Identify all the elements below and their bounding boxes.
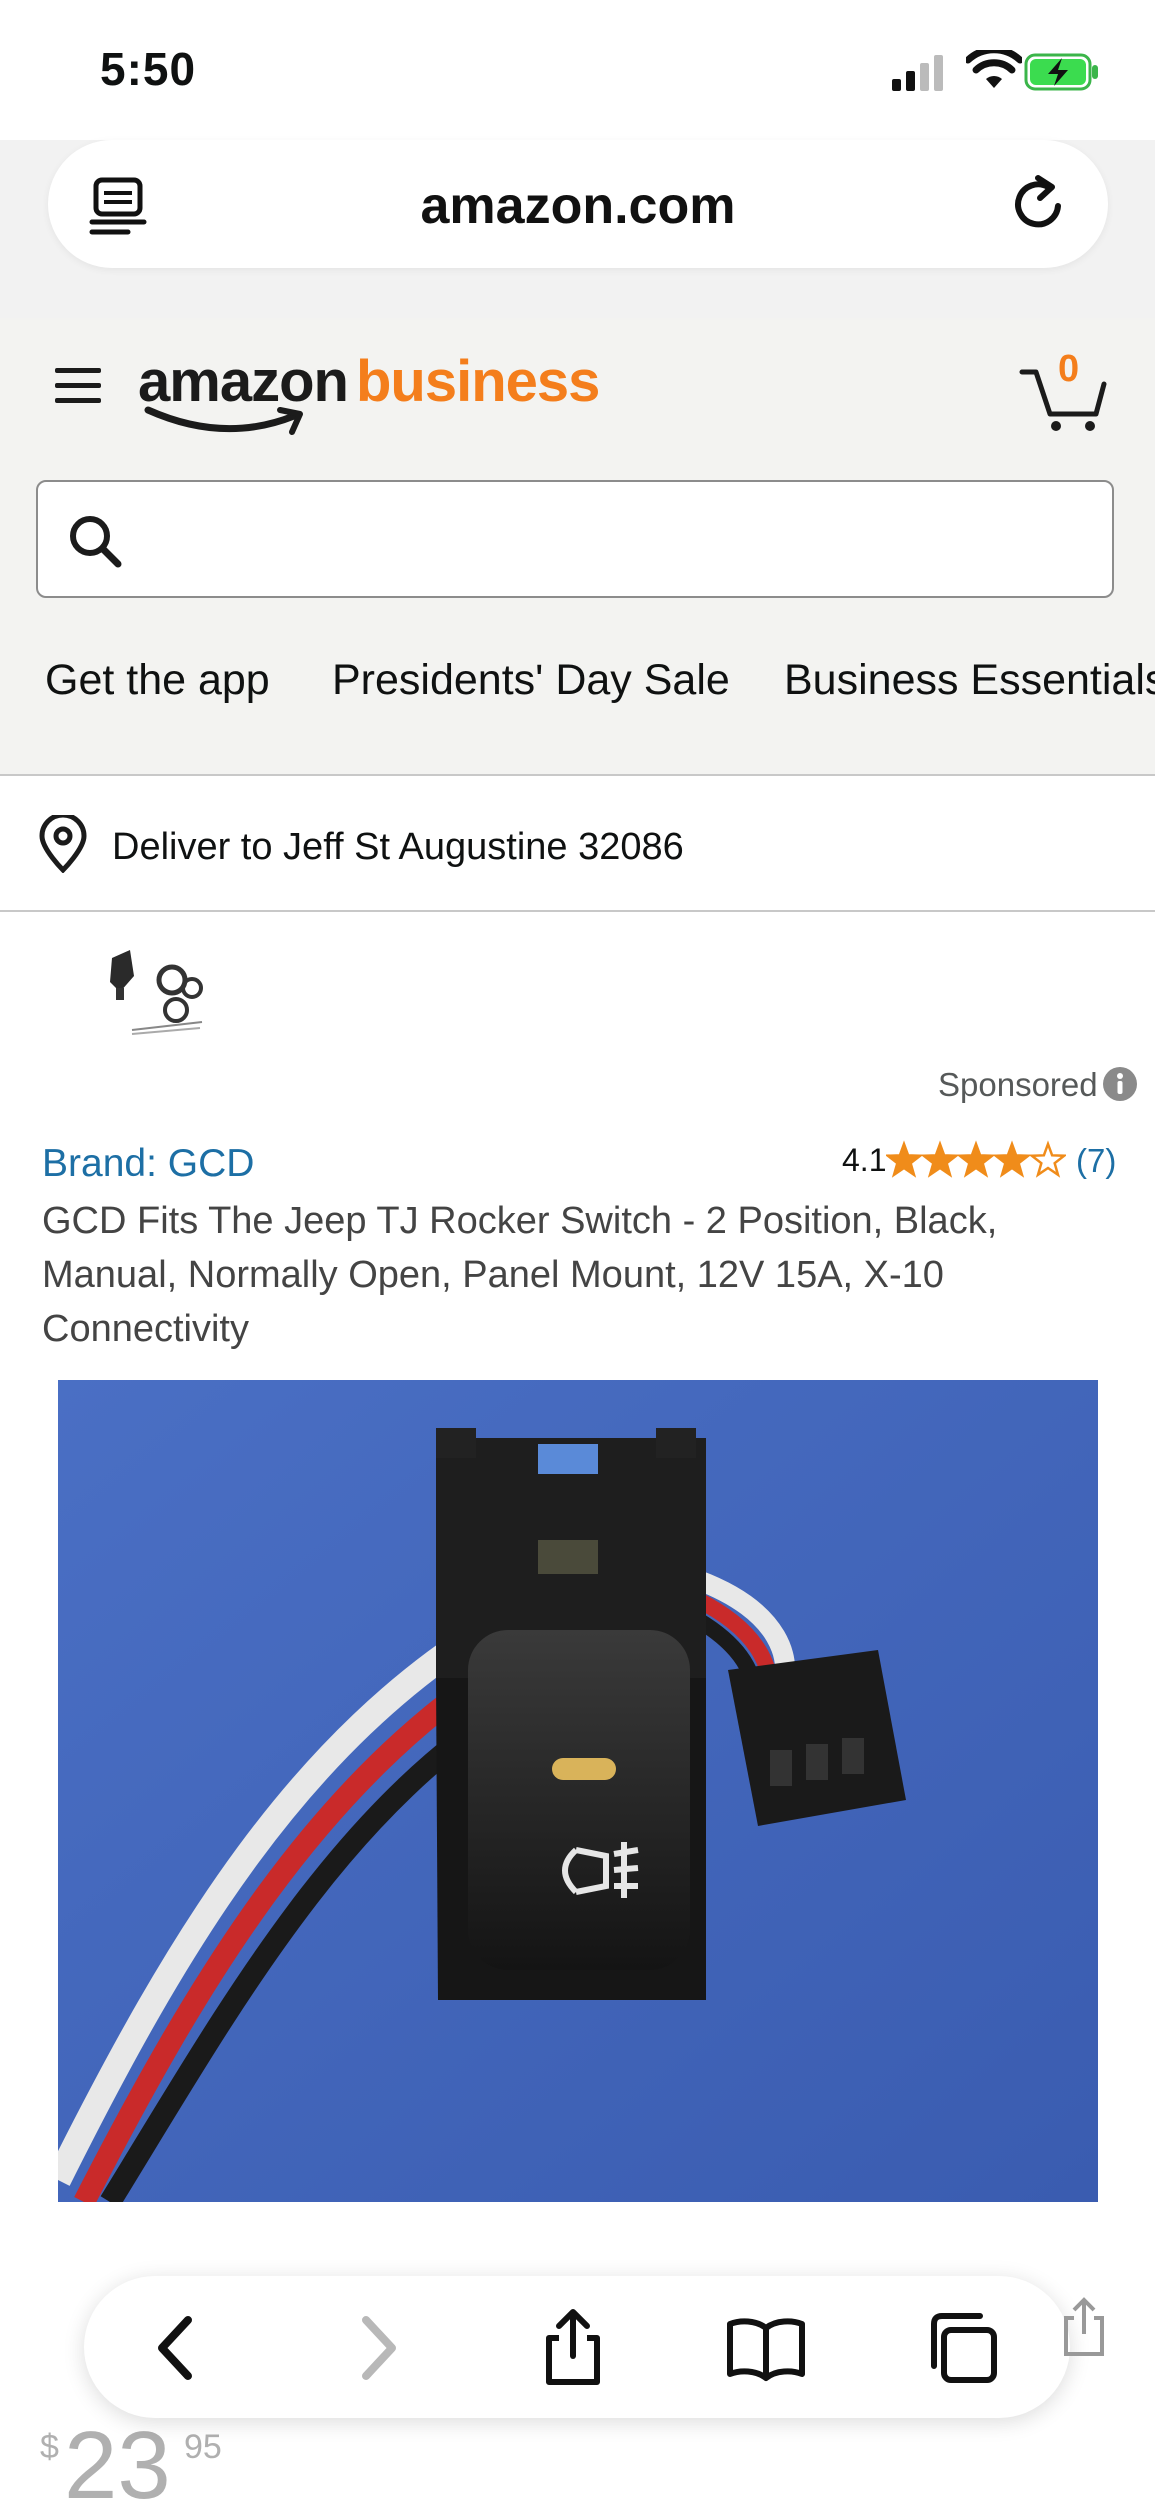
forward-icon[interactable]	[336, 2308, 416, 2388]
location-pin-icon	[39, 815, 87, 873]
deliver-to-text[interactable]: Deliver to Jeff St Augustine 32086	[112, 826, 684, 869]
bookmarks-icon[interactable]	[726, 2308, 806, 2388]
search-input[interactable]	[148, 482, 1092, 598]
tabs-icon[interactable]	[922, 2308, 1002, 2388]
hamburger-icon[interactable]	[55, 366, 101, 406]
reload-icon[interactable]	[1008, 174, 1070, 236]
cellular-signal-icon	[892, 55, 943, 91]
product-image[interactable]	[58, 1380, 1098, 2202]
address-bar[interactable]: amazon.com	[48, 140, 1108, 268]
price-symbol: $	[40, 2428, 59, 2466]
smile-arrow-icon	[144, 406, 303, 435]
battery-charging-icon	[1024, 53, 1098, 91]
logo-business-text: business	[356, 349, 600, 414]
back-icon[interactable]	[138, 2308, 218, 2388]
sponsored-label: Sponsored	[938, 1066, 1098, 1103]
browser-toolbar	[84, 2276, 1070, 2418]
rating-star	[992, 1140, 1032, 1178]
info-icon[interactable]	[1102, 1066, 1138, 1102]
url-text[interactable]: amazon.com	[48, 176, 1108, 236]
nav-link-get-app[interactable]: Get the app	[45, 656, 270, 705]
amazon-business-logo[interactable]: amazon business	[138, 348, 600, 438]
rating-star	[920, 1140, 960, 1178]
status-time: 5:50	[100, 43, 197, 95]
header-divider	[0, 774, 1155, 776]
product-brand-link[interactable]: Brand: GCD	[42, 1142, 254, 1186]
rating-value: 4.1	[842, 1142, 887, 1178]
wifi-icon	[966, 50, 1022, 88]
rating-count-link[interactable]: (7)	[1076, 1142, 1116, 1180]
rating-star	[956, 1140, 996, 1178]
page-share-icon[interactable]	[1058, 2296, 1108, 2358]
search-box[interactable]	[36, 480, 1114, 598]
nav-link-presidents-day-sale[interactable]: Presidents' Day Sale	[332, 656, 730, 705]
brand-thumbnail-image[interactable]	[72, 930, 222, 1048]
product-title[interactable]: GCD Fits The Jeep TJ Rocker Switch - 2 P…	[42, 1194, 1112, 1356]
nav-link-business-essentials[interactable]: Business Essentials	[784, 656, 1155, 705]
rating-star	[1028, 1140, 1066, 1178]
cart-count: 0	[1058, 348, 1080, 390]
deliver-divider	[0, 910, 1155, 912]
search-icon[interactable]	[66, 512, 124, 570]
rating-stars-icon[interactable]	[886, 1140, 1066, 1180]
rating-star	[886, 1140, 924, 1178]
share-icon[interactable]	[533, 2308, 613, 2388]
price-cents: 95	[184, 2428, 222, 2466]
